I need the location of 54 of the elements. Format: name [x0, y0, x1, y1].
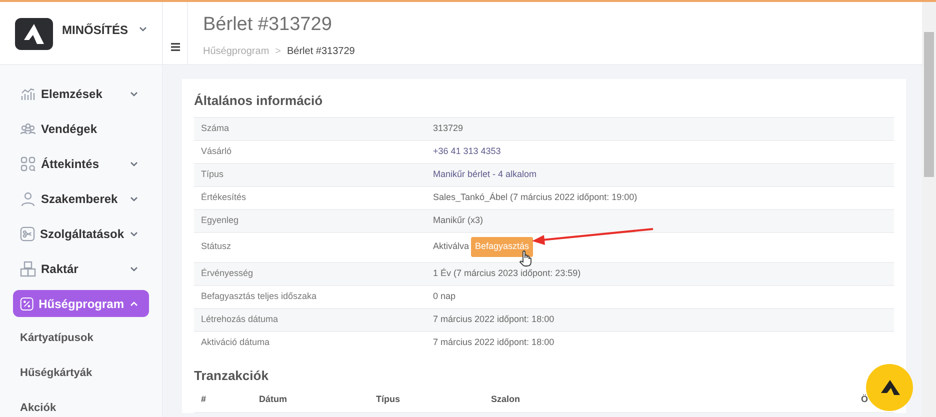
submenu-item[interactable]: Hűségkártyák: [13, 360, 149, 387]
column-header: #: [201, 393, 208, 406]
info-value: Sales_Tankó_Ábel (7 március 2022 időpont: 19:00): [433, 190, 638, 204]
breadcrumb-separator: >: [275, 45, 281, 59]
scissors-icon: [20, 226, 35, 242]
info-label: Érvényesség: [200, 266, 254, 280]
chart-icon: [20, 86, 36, 102]
info-label: Száma: [200, 122, 230, 135]
column-header: Dátum: [259, 393, 288, 406]
breadcrumb-current: Bérlet #313729: [287, 45, 355, 59]
column-header: Típus: [376, 393, 401, 406]
sidebar-item[interactable]: Áttekintés: [13, 150, 149, 177]
logo-icon: [15, 18, 53, 50]
page-title: Bérlet #313729: [203, 13, 333, 37]
info-value: 313729: [433, 122, 464, 135]
submenu-item[interactable]: Kártyatípusok: [13, 325, 149, 352]
brand-dropdown[interactable]: [138, 24, 148, 34]
brand-name: MINŐSÍTÉS: [62, 22, 128, 39]
info-value: 0 nap: [433, 290, 456, 303]
section-title: Általános információ: [194, 92, 323, 110]
sidebar-item[interactable]: Szolgáltatások: [13, 220, 149, 247]
sidebar-item[interactable]: Szakemberek: [13, 185, 149, 212]
logo-icon: [878, 380, 900, 396]
info-value: 1 Év (7 március 2023 időpont: 23:59): [433, 266, 581, 280]
chevron-down-icon: [138, 24, 148, 34]
info-label: Befagyasztás teljes időszaka: [200, 290, 318, 303]
info-label: Típus: [200, 168, 225, 181]
grid-icon: [20, 156, 36, 172]
menu-icon: [170, 42, 180, 50]
sidebar-item[interactable]: Vendégek: [13, 115, 149, 142]
user-icon: [20, 190, 36, 206]
info-link[interactable]: +36 41 313 4353: [433, 144, 501, 158]
info-label: Vásárló: [200, 144, 233, 158]
info-label: Értékesítés: [200, 190, 248, 204]
info-value: Aktiválva: [433, 240, 470, 254]
submenu-item[interactable]: Akciók: [13, 395, 149, 417]
percent-icon: [20, 296, 34, 312]
info-value: 7 március 2022 időpont: 18:00: [433, 336, 554, 349]
sidebar-item[interactable]: Hűségprogram: [13, 290, 149, 317]
section-title: Tranzakciók: [194, 366, 268, 384]
info-label: Létrehozás dátuma: [200, 312, 280, 326]
column-header: Ö: [861, 393, 868, 406]
info-label: Státusz: [200, 240, 232, 254]
column-header: Szalon: [491, 393, 522, 406]
info-label: Aktiváció dátuma: [200, 336, 271, 349]
users-icon: [20, 120, 36, 136]
info-value: Manikűr (x3): [433, 214, 484, 227]
sidebar-item[interactable]: Elemzések: [13, 80, 149, 107]
info-link[interactable]: Manikűr bérlet - 4 alkalom: [433, 168, 537, 182]
info-label: Egyenleg: [200, 214, 240, 227]
info-value: 7 március 2022 időpont: 18:00: [433, 312, 554, 326]
scrollbar-thumb[interactable]: [924, 32, 934, 177]
sidebar-item[interactable]: Raktár: [13, 255, 149, 282]
boxes-icon: [20, 260, 36, 276]
